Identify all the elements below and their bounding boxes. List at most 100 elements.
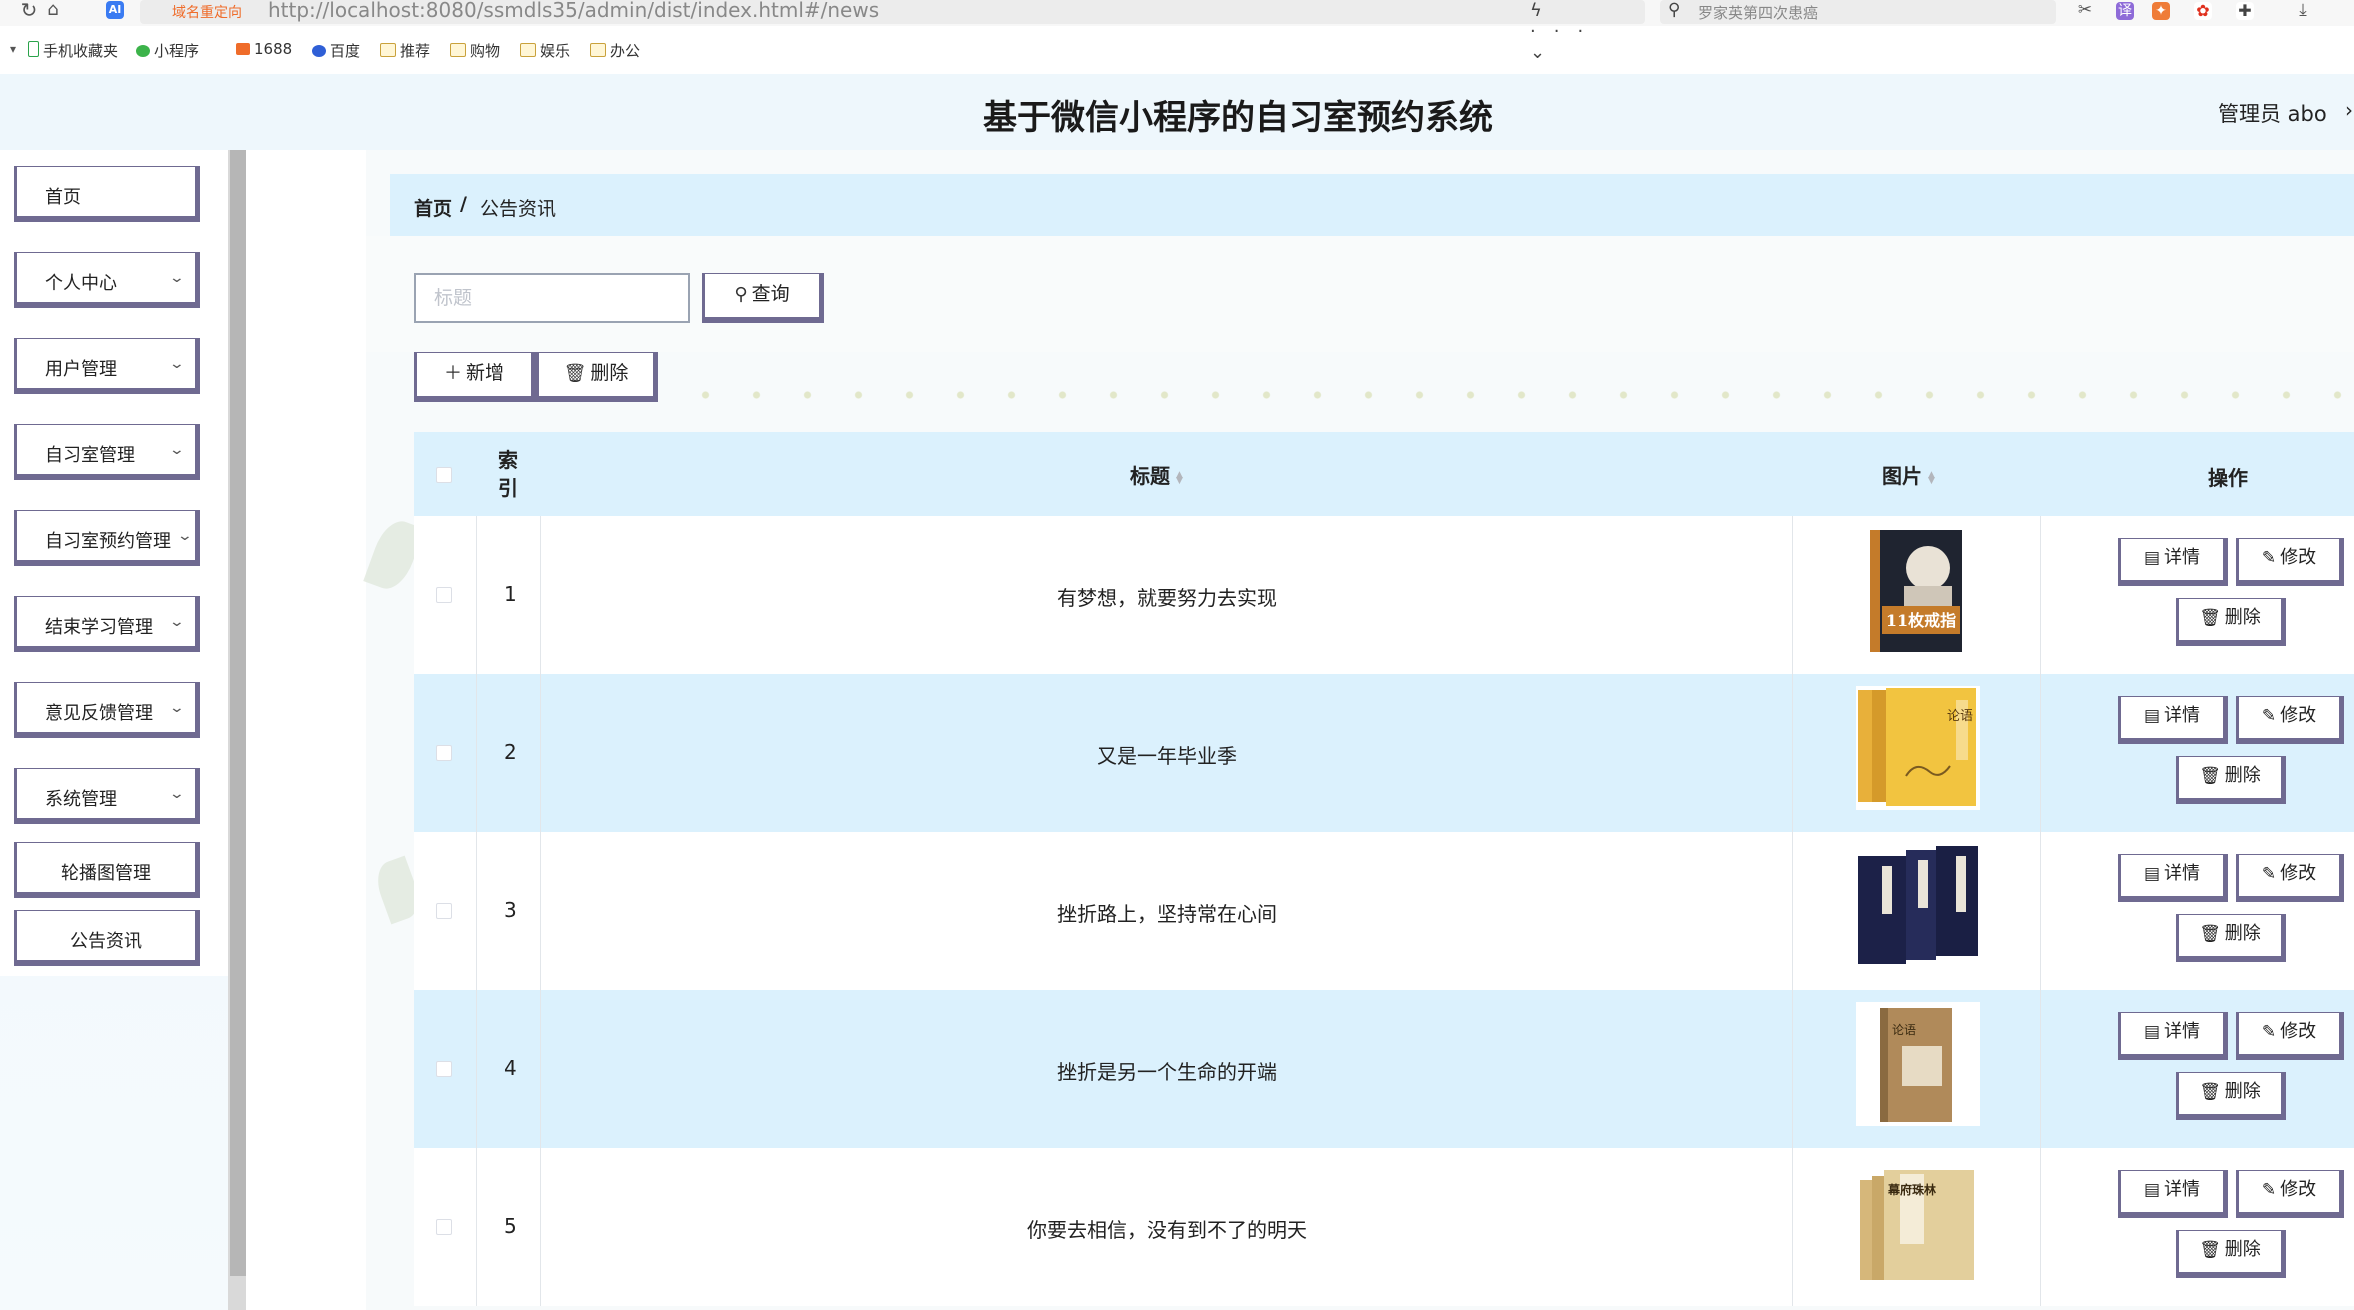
edit-button[interactable]: ✎ 修改: [2236, 854, 2344, 902]
table-row: 3 挫折路上，坚持常在心间 ▤ 详情 ✎ 修改 🗑 删除: [414, 832, 2354, 990]
add-button[interactable]: ＋新增: [414, 352, 536, 402]
address-bar[interactable]: 域名重定向 http://localhost:8080/ssmdls35/adm…: [140, 0, 1645, 63]
detail-button[interactable]: ▤ 详情: [2118, 854, 2228, 902]
sidebar-item-home[interactable]: 首页: [14, 166, 200, 222]
edit-button[interactable]: ✎ 修改: [2236, 696, 2344, 744]
ai-assistant-icon[interactable]: AI: [106, 1, 124, 19]
row-title: 你要去相信，没有到不了的明天: [1027, 1218, 1307, 1242]
sidebar-item-end-study-management[interactable]: 结束学习管理 ⌄: [14, 596, 200, 652]
address-bar-tools[interactable]: ϟ ··· ⌄: [1530, 0, 1645, 63]
baidu-paw-icon: [312, 45, 326, 57]
book-cover-image: 论语: [1856, 686, 1980, 810]
sort-icon[interactable]: ▲ ▼: [1928, 470, 1940, 485]
pencil-icon: ✎: [2261, 1022, 2277, 1042]
query-button-label: 查询: [751, 283, 790, 305]
edit-button[interactable]: ✎ 修改: [2236, 538, 2344, 586]
edit-button[interactable]: ✎ 修改: [2236, 1170, 2344, 1218]
sidebar-item-announcements[interactable]: 公告资讯: [14, 910, 200, 966]
edit-button[interactable]: ✎ 修改: [2236, 1012, 2344, 1060]
breadcrumb-separator: /: [460, 193, 467, 215]
detail-button[interactable]: ▤ 详情: [2118, 538, 2228, 586]
delete-button[interactable]: 🗑 删除: [2176, 756, 2286, 804]
browser-toolbar: ↻ ⌂ AI 域名重定向 http://localhost:8080/ssmdl…: [0, 0, 2354, 63]
trash-icon: 🗑: [563, 363, 587, 384]
sidebar-item-carousel-management[interactable]: 轮播图管理: [14, 842, 200, 898]
bookmark-baidu[interactable]: 百度: [312, 40, 360, 61]
row-title: 挫折是另一个生命的开端: [1057, 1060, 1277, 1084]
batch-delete-button[interactable]: 🗑 删除: [536, 352, 658, 402]
trash-icon: 🗑: [2199, 766, 2221, 786]
admin-user-label[interactable]: 管理员 abo: [2218, 98, 2327, 128]
sidebar-item-study-room-management[interactable]: 自习室管理 ⌄: [14, 424, 200, 480]
chevron-down-icon: ⌄: [168, 270, 186, 286]
sidebar-item-label: 自习室管理: [45, 445, 135, 466]
logout-icon[interactable]: ›: [2345, 98, 2353, 122]
select-all-checkbox[interactable]: [436, 467, 452, 483]
sidebar-gap: [246, 150, 366, 1310]
query-button[interactable]: ⚲ 查询: [702, 273, 824, 323]
document-icon: ▤: [2143, 1180, 2161, 1200]
detail-button[interactable]: ▤ 详情: [2118, 696, 2228, 744]
sidebar-scrollbar-thumb[interactable]: [230, 150, 246, 1276]
search-icon: ⚲: [734, 284, 748, 305]
sidebar-item-personal-center[interactable]: 个人中心 ⌄: [14, 252, 200, 308]
svg-text:论语: 论语: [1947, 709, 1973, 724]
search-suggestion[interactable]: 罗家英第四次患癌: [1698, 2, 1818, 23]
bookmark-recommend[interactable]: 推荐: [380, 40, 430, 61]
bookmark-menu-icon[interactable]: ▾: [6, 39, 20, 61]
sidebar-item-label: 轮播图管理: [61, 863, 151, 884]
game-extension-icon[interactable]: ✦: [2152, 2, 2170, 20]
table-row: 2 又是一年毕业季 论语 ▤ 详情 ✎ 修改 🗑 删除: [414, 674, 2354, 832]
bookmark-entertainment[interactable]: 娱乐: [520, 40, 570, 61]
delete-button[interactable]: 🗑 删除: [2176, 914, 2286, 962]
puzzle-extension-icon[interactable]: ✚: [2236, 2, 2254, 20]
flower-extension-icon[interactable]: ✿: [2194, 2, 2212, 20]
browser-search-box[interactable]: ⚲ 罗家英第四次患癌: [1660, 0, 2056, 24]
cell-divider: [2040, 516, 2041, 674]
book-cover-graphic: 论语: [1856, 1002, 1980, 1126]
title-search-input[interactable]: [414, 273, 690, 323]
sidebar-item-feedback-management[interactable]: 意见反馈管理 ⌄: [14, 682, 200, 738]
scissors-icon[interactable]: ✂: [2074, 0, 2096, 22]
pencil-icon: ✎: [2261, 864, 2277, 884]
table-header: 索 引 标题 ▲ ▼ 图片 ▲ ▼ 操作: [414, 432, 2354, 516]
breadcrumb-home[interactable]: 首页: [414, 194, 452, 221]
bookmark-miniapp[interactable]: 小程序: [136, 40, 199, 61]
detail-button[interactable]: ▤ 详情: [2118, 1012, 2228, 1060]
svg-text:11枚戒指: 11枚戒指: [1886, 611, 1956, 630]
url-text[interactable]: http://localhost:8080/ssmdls35/admin/dis…: [268, 0, 879, 22]
delete-button[interactable]: 🗑 删除: [2176, 1230, 2286, 1278]
sidebar-item-label: 个人中心: [45, 273, 117, 294]
svg-text:幕府珠林: 幕府珠林: [1887, 1182, 1936, 1197]
chevron-down-icon: ⌄: [176, 528, 194, 544]
delete-button[interactable]: 🗑 删除: [2176, 598, 2286, 646]
cell-divider: [2040, 990, 2041, 1148]
chevron-down-icon: ⌄: [168, 786, 186, 802]
translate-extension-icon[interactable]: 译: [2116, 2, 2134, 20]
sidebar-item-label: 用户管理: [45, 359, 117, 380]
delete-button[interactable]: 🗑 删除: [2176, 1072, 2286, 1120]
bookmark-office[interactable]: 办公: [590, 40, 640, 61]
download-icon[interactable]: ⤓: [2292, 0, 2314, 22]
bookmark-phone[interactable]: 手机收藏夹: [28, 40, 118, 61]
redirect-tag: 域名重定向: [172, 5, 242, 21]
delete-button-label: 删除: [590, 362, 629, 384]
sort-icon[interactable]: ▲ ▼: [1176, 470, 1188, 485]
sidebar-item-user-management[interactable]: 用户管理 ⌄: [14, 338, 200, 394]
breadcrumb-current: 公告资讯: [480, 198, 557, 220]
folder-icon: [590, 43, 606, 57]
folder-icon: [380, 43, 396, 57]
sidebar-item-system-management[interactable]: 系统管理 ⌄: [14, 768, 200, 824]
table-row: 4 挫折是另一个生命的开端 论语 ▤ 详情 ✎ 修改 🗑 删除: [414, 990, 2354, 1148]
row-title: 又是一年毕业季: [1097, 744, 1237, 768]
bookmark-shopping[interactable]: 购物: [450, 40, 500, 61]
bookmark-1688[interactable]: 1688: [236, 40, 292, 58]
refresh-icon[interactable]: ↻: [18, 0, 40, 22]
document-icon: ▤: [2143, 1022, 2161, 1042]
sidebar-item-reservation-management[interactable]: 自习室预约管理 ⌄: [14, 510, 200, 566]
detail-button[interactable]: ▤ 详情: [2118, 1170, 2228, 1218]
chevron-down-icon: ⌄: [168, 356, 186, 372]
column-image-label: 图片: [1882, 464, 1922, 488]
home-icon[interactable]: ⌂: [42, 0, 64, 22]
pencil-icon: ✎: [2261, 1180, 2277, 1200]
